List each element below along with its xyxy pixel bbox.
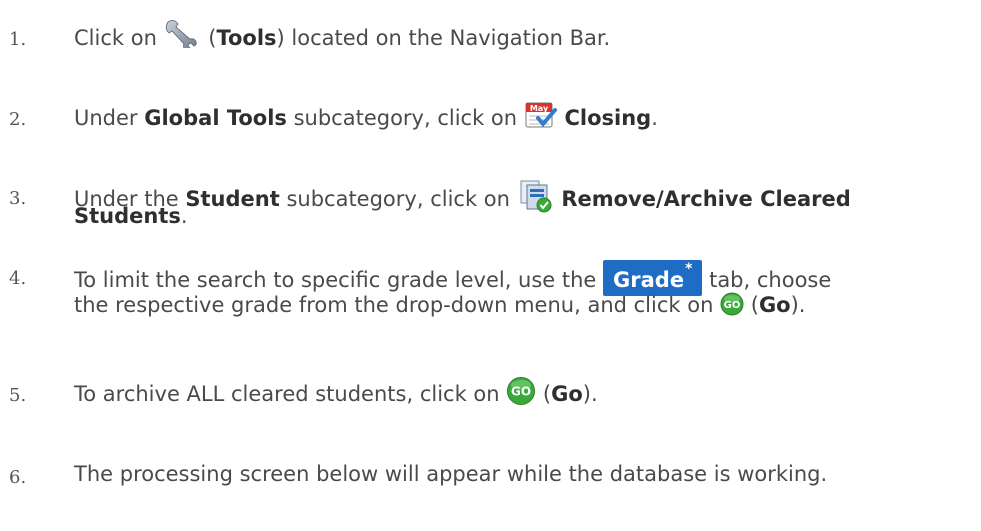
step-number: 5. (9, 385, 27, 406)
svg-text:GO: GO (511, 385, 531, 399)
step-number: 4. (9, 268, 27, 289)
step-text: Click on (Tools) located on the Navigati… (74, 20, 977, 54)
go-icon[interactable]: GO (506, 376, 536, 406)
instructions-page: 1. Click on (Tools) located on the Navig… (0, 0, 981, 531)
svg-text:GO: GO (724, 300, 741, 311)
step-number: 2. (9, 109, 27, 130)
step-text-line-2: Students. (74, 204, 188, 228)
step-number: 1. (9, 29, 27, 50)
go-icon[interactable]: GO (720, 292, 744, 316)
step-number: 6. (9, 467, 27, 488)
wrench-icon (164, 18, 202, 51)
step-text-line-2: the respective grade from the drop-down … (74, 292, 806, 317)
svg-text:May: May (530, 104, 549, 113)
grade-tab[interactable]: Grade* (603, 260, 703, 296)
step-text: The processing screen below will appear … (74, 462, 828, 486)
step-text: To archive ALL cleared students, click o… (74, 377, 977, 410)
step-number: 3. (9, 188, 27, 209)
calendar-icon: May (524, 100, 558, 130)
step-text: Under Global Tools subcategory, click on… (74, 102, 977, 134)
